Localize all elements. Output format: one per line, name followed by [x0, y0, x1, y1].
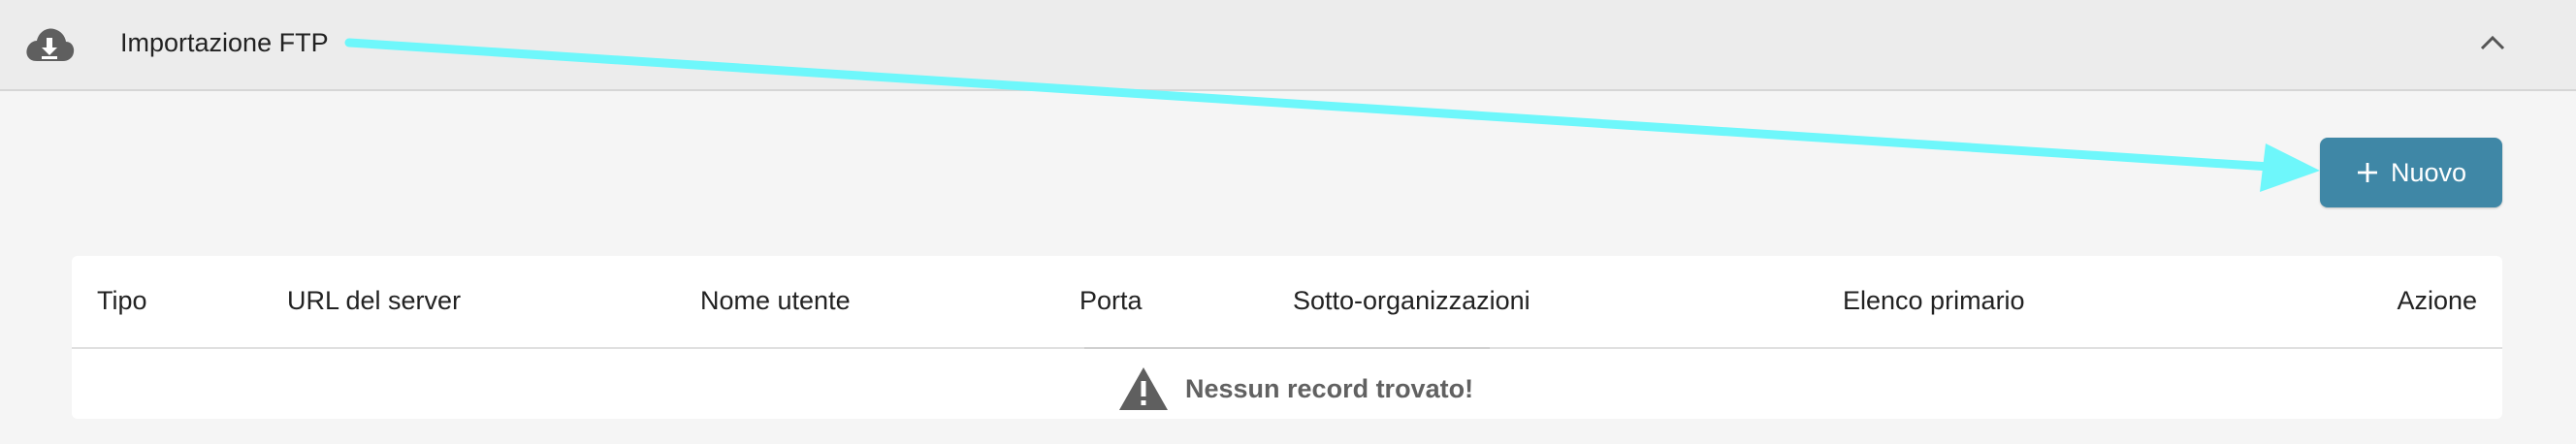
column-header-port: Porta	[1079, 286, 1143, 315]
chevron-up-icon[interactable]	[2477, 27, 2508, 58]
cloud-download-icon	[26, 28, 75, 61]
new-button-label: Nuovo	[2390, 157, 2467, 187]
column-header-primary-list: Elenco primario	[1843, 286, 2025, 315]
column-header-username: Nome utente	[700, 286, 851, 315]
panel-title: Importazione FTP	[120, 28, 329, 57]
empty-message: Nessun record trovato!	[1185, 373, 1474, 403]
empty-state: Nessun record trovato!	[1117, 363, 1473, 415]
table-header: Tipo URL del server Nome utente Porta So…	[72, 256, 2502, 349]
column-header-suborganizations: Sotto-organizzazioni	[1293, 286, 1530, 315]
ftp-table: Tipo URL del server Nome utente Porta So…	[72, 256, 2502, 419]
column-header-server-url: URL del server	[287, 286, 462, 315]
new-button[interactable]: Nuovo	[2320, 138, 2502, 207]
plus-icon	[2357, 163, 2377, 182]
warning-icon	[1119, 367, 1168, 410]
column-header-tipo: Tipo	[97, 286, 147, 315]
panel-header[interactable]: Importazione FTP	[0, 0, 2576, 91]
column-header-action: Azione	[2397, 286, 2477, 315]
empty-row-divider	[1084, 347, 1490, 349]
